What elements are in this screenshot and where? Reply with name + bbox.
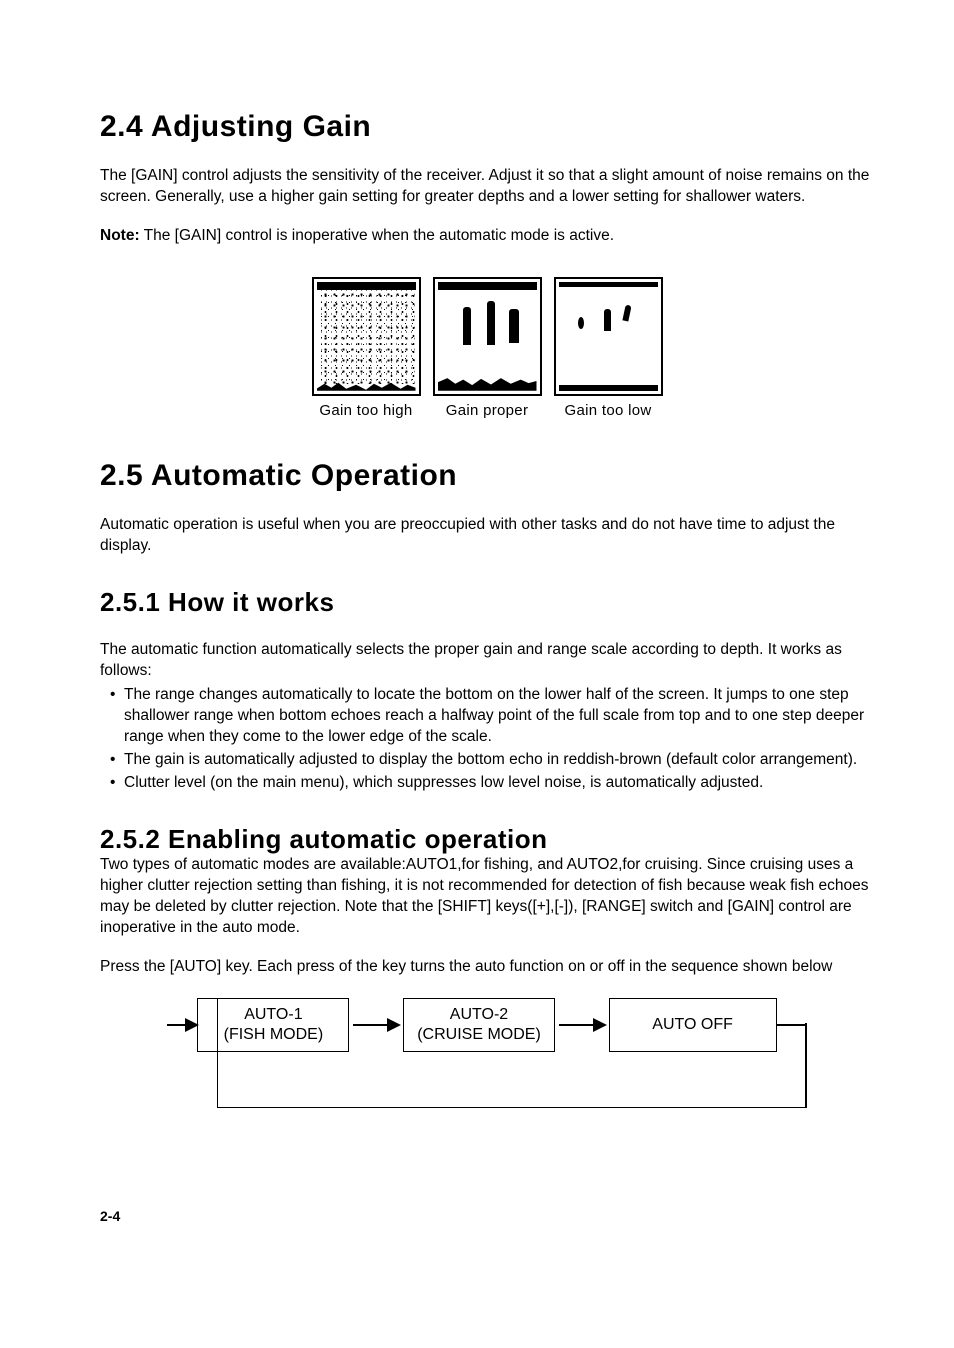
auto-mode-flow-diagram: AUTO-1 (FISH MODE) AUTO-2 (CRUISE MODE) … xyxy=(167,998,807,1118)
para-2-5-intro: Automatic operation is useful when you a… xyxy=(100,515,874,557)
list-item: Clutter level (on the main menu), which … xyxy=(110,773,874,794)
gain-proper-col: Gain proper xyxy=(433,277,542,419)
page-number: 2-4 xyxy=(100,1208,874,1224)
note-label: Note: xyxy=(100,227,140,244)
gain-high-box xyxy=(312,277,421,396)
gain-proper-box xyxy=(433,277,542,396)
bullets-2-5-1: The range changes automatically to locat… xyxy=(100,685,874,794)
gain-low-box xyxy=(554,277,663,396)
flow-arrow-in xyxy=(167,1024,197,1026)
para-2-5-2-instr: Press the [AUTO] key. Each press of the … xyxy=(100,957,874,978)
heading-2-5-1: 2.5.1 How it works xyxy=(100,587,874,618)
gain-high-col: Gain too high xyxy=(312,277,421,419)
heading-2-5-2: 2.5.2 Enabling automatic operation xyxy=(100,824,874,855)
para-2-4-note: Note: The [GAIN] control is inoperative … xyxy=(100,226,874,247)
gain-high-caption: Gain too high xyxy=(319,402,412,419)
gain-low-col: Gain too low xyxy=(554,277,663,419)
gain-low-caption: Gain too low xyxy=(565,402,652,419)
gain-proper-caption: Gain proper xyxy=(446,402,529,419)
list-item: The gain is automatically adjusted to di… xyxy=(110,750,874,771)
para-2-4-intro: The [GAIN] control adjusts the sensitivi… xyxy=(100,166,874,208)
para-2-5-1-intro: The automatic function automatically sel… xyxy=(100,640,874,682)
note-text: The [GAIN] control is inoperative when t… xyxy=(140,227,614,244)
para-2-5-2-intro: Two types of automatic modes are availab… xyxy=(100,855,874,939)
heading-2-5: 2.5 Automatic Operation xyxy=(100,459,874,493)
heading-2-4: 2.4 Adjusting Gain xyxy=(100,110,874,144)
gain-figure: Gain too high Gain proper Gain too low xyxy=(100,277,874,419)
list-item: The range changes automatically to locat… xyxy=(110,685,874,748)
